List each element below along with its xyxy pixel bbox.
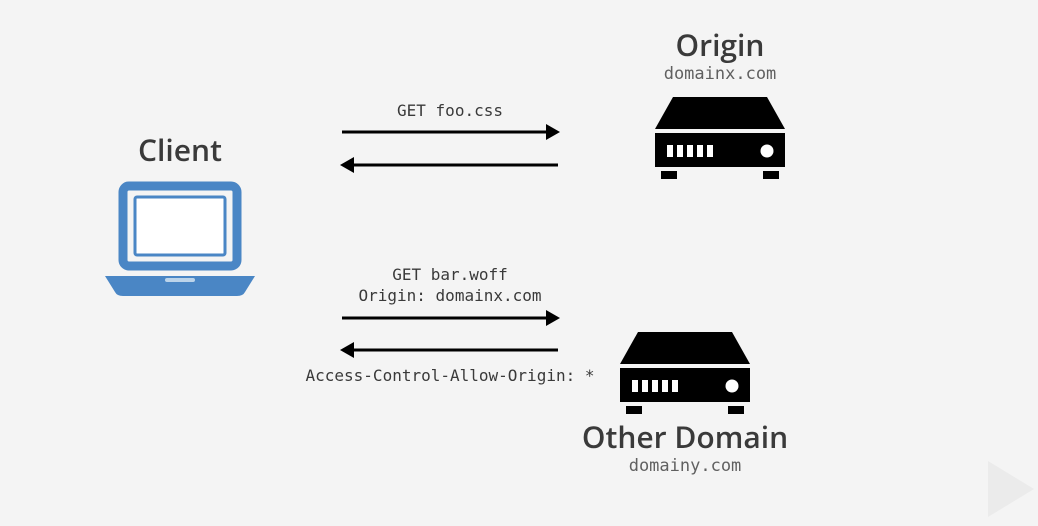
- arrow-response1: [340, 155, 560, 175]
- chevron-right-icon[interactable]: [988, 461, 1034, 522]
- origin-label-block: Origin domainx.com: [600, 28, 840, 84]
- client-title: Client: [60, 133, 300, 168]
- request2-label: GET bar.woff Origin: domainx.com: [340, 265, 560, 307]
- other-label-block: Other Domain domainy.com: [550, 420, 820, 476]
- response2-label: Access-Control-Allow-Origin: *: [300, 366, 600, 387]
- origin-domain: domainx.com: [600, 65, 840, 85]
- arrow-request1: [340, 122, 560, 142]
- client-label-block: Client: [60, 133, 300, 168]
- arrow-response2: [340, 340, 560, 360]
- other-domain: domainy.com: [550, 457, 820, 477]
- server-icon: [655, 97, 785, 187]
- diagram-canvas: Client Origin domainx.com: [0, 0, 1038, 526]
- request2-line1: GET bar.woff: [340, 265, 560, 286]
- response2-line1: Access-Control-Allow-Origin: *: [300, 366, 600, 387]
- request1-line1: GET foo.css: [340, 101, 560, 122]
- arrow-request2: [340, 308, 560, 328]
- request2-line2: Origin: domainx.com: [340, 286, 560, 307]
- other-title: Other Domain: [550, 420, 820, 455]
- request1-label: GET foo.css: [340, 101, 560, 122]
- laptop-icon: [95, 180, 265, 305]
- origin-title: Origin: [600, 28, 840, 63]
- server-icon: [620, 332, 750, 422]
